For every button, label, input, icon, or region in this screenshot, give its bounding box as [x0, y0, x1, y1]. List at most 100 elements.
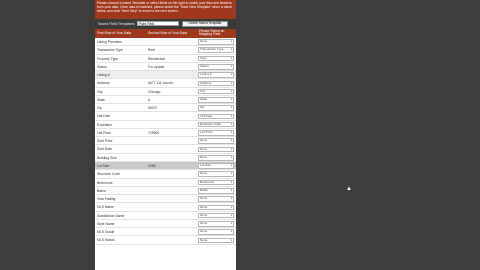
table-row: Expiration Expiration Date ▾: [95, 121, 236, 129]
row-first-value: Lot Size: [97, 163, 110, 168]
mapping-field-value: None: [200, 39, 208, 44]
mapping-field-value: State: [200, 97, 208, 102]
cursor-icon: ▲: [346, 186, 352, 192]
mapping-field-select[interactable]: List Price ▾: [198, 130, 234, 136]
mapping-field-select[interactable]: Bedrooms ▾: [198, 179, 234, 186]
mapping-field-select[interactable]: Listing # ▾: [198, 72, 234, 78]
chevron-down-icon: ▾: [230, 114, 232, 118]
mapping-field-select[interactable]: State ▾: [198, 97, 234, 103]
chevron-down-icon: ▾: [230, 155, 232, 159]
row-first-value: MLS Grade: [97, 230, 115, 235]
delete-template-button[interactable]: Delete Saved Template: [182, 21, 228, 27]
mapping-field-select[interactable]: Address ▾: [198, 80, 234, 87]
table-row: Year Facility None ▾: [95, 195, 236, 204]
chevron-down-icon: ▾: [230, 64, 232, 68]
table-row: City Chicago City ▾: [95, 88, 236, 96]
chevron-down-icon: ▾: [230, 222, 232, 226]
row-first-value: Building Size: [97, 155, 117, 160]
mapping-field-select[interactable]: None ▾: [198, 138, 234, 144]
row-first-value: Status: [97, 64, 107, 69]
chevron-down-icon: ▾: [230, 122, 232, 126]
row-first-value: City: [97, 89, 103, 94]
mapping-field-select[interactable]: List Date ▾: [198, 113, 234, 120]
chevron-down-icon: ▾: [230, 139, 232, 143]
mapping-field-select[interactable]: None ▾: [198, 237, 234, 244]
mapping-field-value: None: [200, 229, 208, 234]
table-row: Sold Date None ▾: [95, 145, 236, 154]
chevron-down-icon: ▾: [230, 180, 232, 184]
table-row: State IL State ▾: [95, 96, 236, 105]
table-row: Subdivision Name None ▾: [95, 212, 236, 220]
row-first-value: MLS Name: [97, 205, 114, 210]
row-first-value: List Price: [97, 130, 111, 135]
mapping-field-value: Listing #: [200, 72, 212, 77]
row-first-value: Year Facility: [97, 197, 116, 202]
row-first-value: Zip: [97, 106, 102, 111]
row-second-value: Rent: [148, 48, 156, 53]
mapping-field-value: Status: [200, 63, 209, 68]
mapping-field-select[interactable]: None ▾: [198, 229, 234, 235]
mapping-field-select[interactable]: Expiration Date ▾: [198, 121, 234, 128]
row-first-value: Expiration: [97, 122, 113, 127]
chevron-down-icon: ▾: [230, 89, 232, 93]
chevron-down-icon: ▾: [230, 188, 232, 192]
mapping-field-select[interactable]: City ▾: [198, 88, 234, 95]
table-row: Lot Size 1285 Lot Size ▾: [95, 161, 236, 171]
row-second-value: Chicago: [148, 89, 161, 94]
mapping-field-value: Baths: [200, 187, 208, 192]
chevron-down-icon: ▾: [230, 98, 232, 102]
table-row: Building Size None ▾: [95, 154, 236, 162]
chevron-down-icon: ▾: [230, 164, 232, 168]
mapping-field-select[interactable]: None ▾: [198, 204, 234, 211]
mapping-field-select[interactable]: None ▾: [198, 171, 234, 178]
row-first-value: List Date: [97, 114, 111, 119]
row-second-value: 1285: [148, 163, 156, 168]
template-select[interactable]: Paint Field: [137, 21, 179, 26]
mapping-field-select[interactable]: None ▾: [198, 154, 234, 161]
row-first-value: Baths: [97, 188, 106, 193]
table-row: Address 5677 111 Lincoln Address ▾: [95, 79, 236, 88]
table-row: Property Type Residential Type ▾: [95, 55, 236, 63]
mapping-field-value: None: [200, 237, 208, 242]
mapping-field-value: Address: [200, 80, 212, 85]
table-row: MLS Name None ▾: [95, 203, 236, 212]
row-first-value: Sold Date: [97, 147, 112, 152]
row-first-value: Style Name: [97, 221, 115, 226]
mapping-field-select[interactable]: Baths ▾: [198, 187, 234, 194]
mapping-field-value: Bedrooms: [200, 179, 215, 184]
mapping-field-select[interactable]: Zip ▾: [198, 105, 234, 111]
row-second-value: IL: [148, 97, 151, 102]
mapping-field-value: City: [200, 88, 206, 93]
row-first-value: Property Type: [97, 56, 119, 61]
mapping-panel: Please choose a saved Template or select…: [95, 0, 236, 270]
chevron-down-icon: ▾: [230, 48, 232, 52]
row-first-value: MLS Status: [97, 238, 115, 243]
mapping-field-select[interactable]: None ▾: [198, 221, 234, 227]
mapping-field-value: Expiration Date: [200, 121, 222, 126]
table-row: Baths Baths ▾: [95, 187, 236, 196]
mapping-field-select[interactable]: None ▾: [198, 146, 234, 153]
mapping-field-select[interactable]: Lot Size ▾: [198, 163, 234, 169]
mapping-field-value: None: [200, 196, 208, 201]
table-row: MLS Status None ▾: [95, 236, 236, 245]
table-row: Sold Price None ▾: [95, 137, 236, 146]
row-second-value: 60007: [148, 106, 158, 111]
mapping-field-select[interactable]: Transaction Type ▾: [198, 47, 234, 54]
instructions-banner: Please choose a saved Template or select…: [95, 0, 236, 19]
mapping-field-select[interactable]: None ▾: [198, 39, 234, 45]
mapping-field-value: None: [200, 154, 208, 159]
row-first-value: Listing #: [97, 73, 110, 78]
mapping-field-value: None: [200, 212, 208, 217]
template-label: Saved Field Templates:: [98, 22, 136, 26]
mapping-field-select[interactable]: Status ▾: [198, 63, 234, 70]
chevron-down-icon: ▾: [230, 205, 232, 209]
table-row: Zip 60007 Zip ▾: [95, 104, 236, 113]
mapping-field-value: List Price: [200, 130, 213, 135]
mapping-field-select[interactable]: Type ▾: [198, 55, 234, 62]
chevron-down-icon: ▾: [230, 172, 232, 176]
mapping-field-select[interactable]: None ▾: [198, 212, 234, 219]
mapping-field-select[interactable]: None ▾: [198, 196, 234, 202]
row-first-value: Address: [97, 81, 110, 86]
row-second-value: Residential: [148, 56, 165, 61]
mapping-field-value: Zip: [200, 105, 205, 110]
